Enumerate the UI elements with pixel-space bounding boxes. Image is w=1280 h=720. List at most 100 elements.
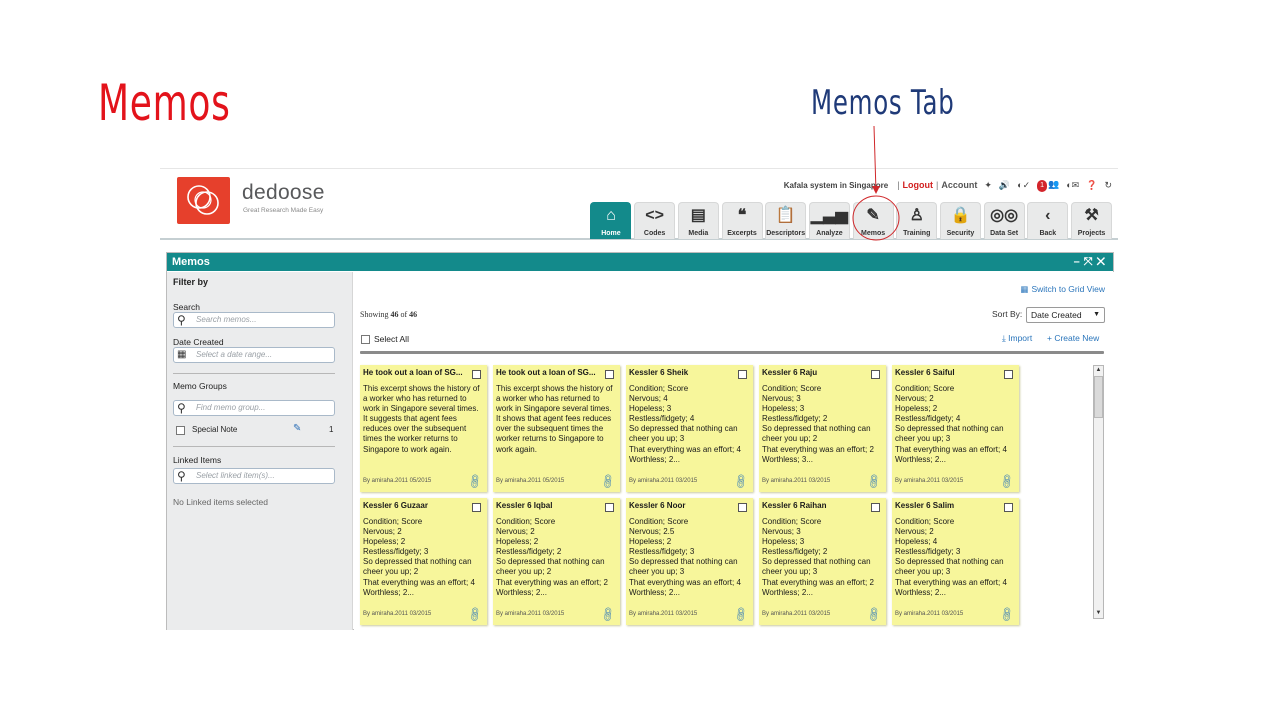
scroll-thumb[interactable] (1094, 376, 1103, 418)
tab-back[interactable]: ‹ Back (1027, 202, 1069, 239)
tab-memos[interactable]: ✎ Memos (852, 202, 894, 239)
memo-select-checkbox[interactable] (472, 370, 481, 379)
memo-select-checkbox[interactable] (1004, 370, 1013, 379)
memo-title[interactable]: Kessler 6 Salim (895, 501, 1000, 510)
search-dropdown-icon: ⚲ (177, 469, 186, 483)
tab-home[interactable]: ⌂ Home (590, 202, 632, 239)
switch-grid-view-link[interactable]: ▦ Switch to Grid View (1020, 284, 1105, 295)
linked-items-select[interactable]: ⚲ Select linked item(s)... (173, 468, 335, 484)
sort-by-value: Date Created (1031, 310, 1082, 320)
tab-label: Analyze (816, 230, 843, 237)
memo-card[interactable]: Kessler 6 Salim Condition; Score Nervous;… (892, 498, 1019, 625)
tab-excerpts[interactable]: ❝ Excerpts (721, 202, 763, 239)
memo-card[interactable]: Kessler 6 Sheik Condition; Score Nervous;… (626, 365, 753, 492)
select-all-label[interactable]: Select All (374, 334, 409, 344)
close-icon[interactable]: ✕ (1097, 256, 1109, 268)
link-icon[interactable]: 🔗︎ (731, 605, 750, 624)
link-icon[interactable]: 🔗︎ (997, 605, 1016, 624)
dedoose-logo[interactable] (177, 177, 230, 224)
logout-link[interactable]: Logout (903, 180, 934, 190)
scroll-up-icon[interactable]: ▲ (1094, 366, 1103, 375)
memo-card[interactable]: Kessler 6 Raihan Condition; Score Nervous… (759, 498, 886, 625)
special-note-checkbox[interactable] (176, 426, 185, 435)
memo-title[interactable]: Kessler 6 Raju (762, 368, 867, 377)
tab-training[interactable]: ♙ Training (896, 202, 938, 239)
project-name[interactable]: Kafala system in Singapore (784, 181, 888, 190)
edit-pencil-icon[interactable]: ✎ (293, 423, 301, 434)
link-icon[interactable]: 🔗︎ (864, 472, 883, 491)
memo-author-date: By amiraha.2011 03/2015 (496, 611, 565, 617)
memo-card[interactable]: Kessler 6 Iqbal Condition; Score Nervous;… (493, 498, 620, 625)
expand-icon[interactable]: ⤧ (1084, 256, 1097, 268)
tab-label: Security (946, 230, 975, 237)
sort-by-label: Sort By: (992, 309, 1023, 319)
speaker-icon[interactable]: 🔊 (999, 179, 1010, 191)
memo-card[interactable]: He took out a loan of SG... This excerpt … (360, 365, 487, 492)
minimize-icon[interactable]: – (1074, 256, 1084, 268)
select-all-checkbox[interactable] (361, 335, 370, 344)
link-icon[interactable]: 🔗︎ (731, 472, 750, 491)
help-icon[interactable]: ❓ (1086, 179, 1097, 191)
memo-list-scrollbar[interactable]: ▲ ▼ (1093, 365, 1104, 619)
memo-select-checkbox[interactable] (871, 503, 880, 512)
tab-media[interactable]: ▤ Media (677, 202, 719, 239)
toggle-check-icon[interactable]: ◐✓ (1017, 179, 1030, 191)
memo-select-checkbox[interactable] (738, 503, 747, 512)
tab-security[interactable]: 🔒 Security (939, 202, 981, 239)
memo-select-checkbox[interactable] (871, 370, 880, 379)
users-notification-icon[interactable]: 1 👥 (1037, 178, 1059, 192)
sort-by-select[interactable]: Date Created ▼ (1026, 307, 1105, 323)
memo-title[interactable]: Kessler 6 Saiful (895, 368, 1000, 377)
memo-body: Condition; Score Nervous; 4 Hopeless; 3 … (629, 384, 741, 464)
scroll-down-icon[interactable]: ▼ (1094, 609, 1103, 618)
memo-title[interactable]: Kessler 6 Raihan (762, 501, 867, 510)
find-memo-group-input[interactable]: ⚲ Find memo group... (173, 400, 335, 416)
tab-label: Data Set (990, 230, 1019, 237)
create-new-button[interactable]: + Create New (1047, 333, 1099, 343)
memo-card[interactable]: Kessler 6 Noor Condition; Score Nervous; … (626, 498, 753, 625)
memo-select-checkbox[interactable] (605, 503, 614, 512)
slide-title: Memos (98, 74, 231, 132)
divider (173, 446, 335, 447)
link-icon[interactable]: 🔗︎ (598, 605, 617, 624)
memo-title[interactable]: Kessler 6 Iqbal (496, 501, 601, 510)
memo-select-checkbox[interactable] (472, 503, 481, 512)
mail-icon[interactable]: ◐✉ (1066, 179, 1079, 191)
home-icon: ⌂ (606, 207, 616, 224)
callout-label: Memos Tab (811, 83, 955, 123)
memo-title[interactable]: Kessler 6 Guzaar (363, 501, 468, 510)
search-memos-input[interactable]: ⚲ Search memos... (173, 312, 335, 328)
memo-group-name[interactable]: Special Note (192, 425, 237, 434)
link-icon[interactable]: 🔗︎ (465, 605, 484, 624)
refresh-icon[interactable]: ↻ (1104, 179, 1112, 191)
memo-author-date: By amiraha.2011 05/2015 (496, 478, 565, 484)
tab-descriptors[interactable]: 📋 Descriptors (765, 202, 807, 239)
tab-codes[interactable]: <> Codes (634, 202, 676, 239)
pin-icon[interactable]: ✦ (984, 179, 992, 191)
import-button[interactable]: ⤓ Import (1002, 333, 1032, 344)
date-range-input[interactable]: ▦ Select a date range... (173, 347, 335, 363)
memo-title[interactable]: He took out a loan of SG... (363, 368, 468, 377)
memo-select-checkbox[interactable] (605, 370, 614, 379)
tab-data-set[interactable]: ◎◎ Data Set (983, 202, 1025, 239)
link-icon[interactable]: 🔗︎ (598, 472, 617, 491)
memo-title[interactable]: Kessler 6 Noor (629, 501, 734, 510)
memo-author-date: By amiraha.2011 03/2015 (363, 611, 432, 617)
memo-card[interactable]: He took out a loan of SG... This excerpt … (493, 365, 620, 492)
no-linked-items-text: No Linked items selected (173, 497, 268, 507)
account-link[interactable]: Account (941, 180, 977, 190)
link-icon[interactable]: 🔗︎ (465, 472, 484, 491)
memo-title[interactable]: He took out a loan of SG... (496, 368, 601, 377)
memos-panel: Memos –⤧✕ Filter by Search ⚲ Search memo… (166, 252, 1114, 630)
link-icon[interactable]: 🔗︎ (997, 472, 1016, 491)
memo-card[interactable]: Kessler 6 Raju Condition; Score Nervous; … (759, 365, 886, 492)
memo-select-checkbox[interactable] (1004, 503, 1013, 512)
memo-card[interactable]: Kessler 6 Guzaar Condition; Score Nervous… (360, 498, 487, 625)
tab-analyze[interactable]: ▁▃▅ Analyze (808, 202, 850, 239)
memo-select-checkbox[interactable] (738, 370, 747, 379)
memo-card[interactable]: Kessler 6 Saiful Condition; Score Nervous… (892, 365, 1019, 492)
link-icon[interactable]: 🔗︎ (864, 605, 883, 624)
tab-projects[interactable]: ⚒ Projects (1071, 202, 1112, 239)
tab-label: Media (688, 230, 709, 237)
memo-title[interactable]: Kessler 6 Sheik (629, 368, 734, 377)
